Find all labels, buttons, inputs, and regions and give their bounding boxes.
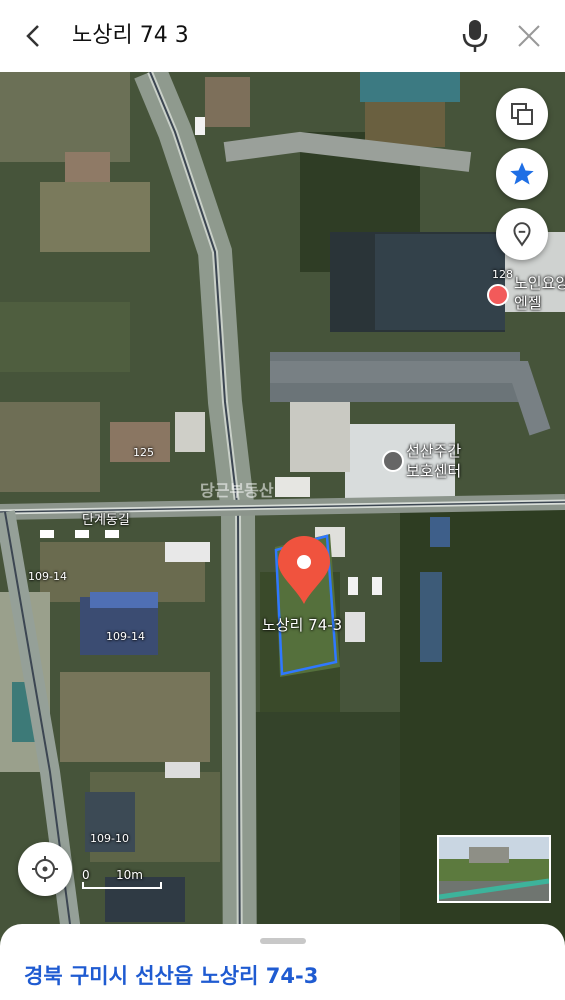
map-label-109-10: 109-10 (90, 832, 129, 845)
map-label-care-center-sub[interactable]: 보호센터 (406, 460, 461, 481)
hospital-icon[interactable] (487, 284, 509, 306)
microphone-icon[interactable] (460, 18, 490, 54)
building-icon[interactable] (382, 450, 404, 472)
location-pin-icon (513, 222, 531, 247)
crosshair-icon (32, 856, 58, 882)
map-scale: 0 10m (82, 868, 162, 890)
search-query[interactable]: 노상리 74 3 (72, 20, 189, 52)
satellite-map[interactable]: 128 노인요양 엔젤 125 선산주간 보호센터 당근부동산 단계동길 109… (0, 72, 565, 1000)
pin-button[interactable] (496, 208, 548, 260)
layers-icon (511, 103, 533, 125)
scale-bar (82, 882, 162, 889)
layers-button[interactable] (496, 88, 548, 140)
drag-handle[interactable] (260, 938, 306, 944)
star-icon (510, 162, 534, 185)
map-label-nursing-home-sub[interactable]: 엔젤 (514, 292, 542, 313)
marker-label[interactable]: 노상리 74-3 (262, 614, 342, 635)
bottom-sheet[interactable]: 경북 구미시 선산읍 노상리 74-3 (0, 924, 565, 1000)
map-label-109-14b: 109-14 (106, 630, 145, 643)
road-label: 단계동길 (82, 513, 130, 528)
scale-zero: 0 (82, 868, 90, 882)
my-location-button[interactable] (18, 842, 72, 896)
address-title: 경북 구미시 선산읍 노상리 74-3 (24, 964, 319, 988)
location-marker-icon[interactable] (276, 536, 332, 606)
back-arrow-icon[interactable] (20, 22, 48, 50)
map-label-care-center[interactable]: 선산주간 (406, 440, 461, 461)
favorite-button[interactable] (496, 148, 548, 200)
search-bar: 노상리 74 3 (0, 0, 565, 72)
map-label-109-14a: 109-14 (28, 570, 67, 583)
close-icon[interactable] (515, 22, 543, 50)
map-label-nursing-home[interactable]: 노인요양 (514, 272, 565, 293)
watermark: 당근부동산 (200, 481, 274, 500)
map-label-125: 125 (133, 446, 154, 459)
map-label-128: 128 (492, 268, 513, 281)
street-view-thumbnail[interactable] (437, 835, 551, 903)
scale-distance: 10m (116, 868, 143, 882)
